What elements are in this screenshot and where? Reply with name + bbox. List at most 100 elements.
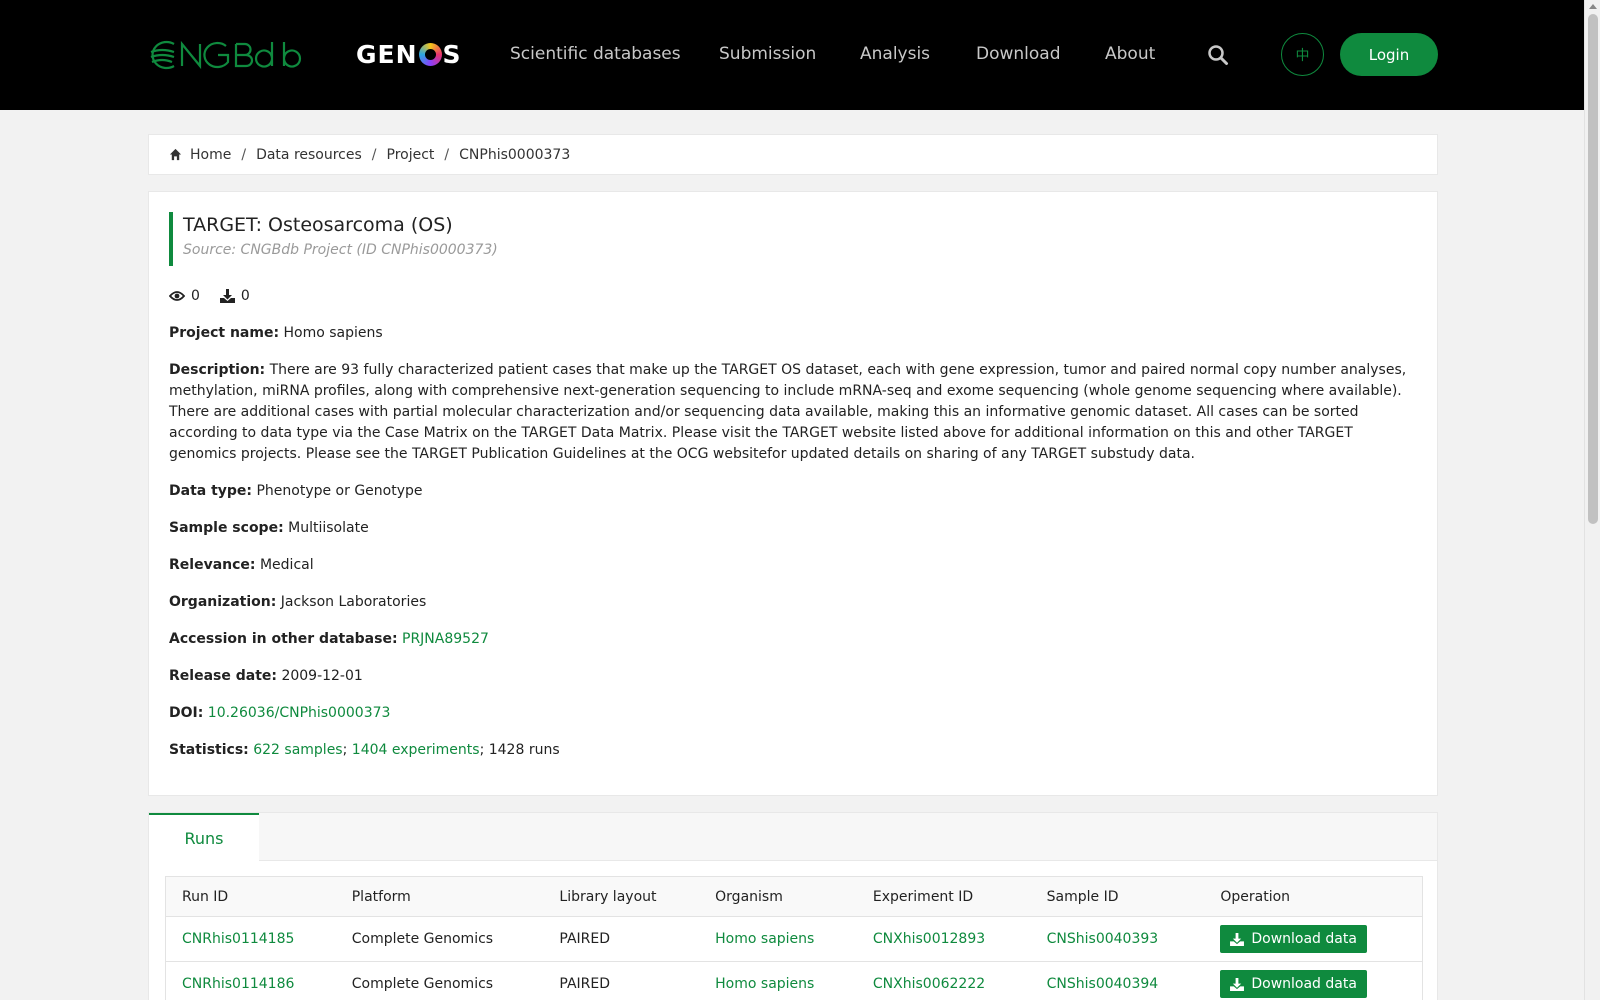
views-counter: 0 bbox=[169, 288, 200, 304]
top-navbar: GEN S Scientific databases Submission Ana… bbox=[0, 0, 1584, 110]
field-description: Description: There are 93 fully characte… bbox=[169, 360, 1424, 465]
field-value: Multiisolate bbox=[288, 520, 369, 536]
table-header-row: Run ID Platform Library layout Organism … bbox=[166, 877, 1422, 917]
genos-o-icon bbox=[418, 43, 442, 66]
field-label: Data type: bbox=[169, 483, 253, 499]
field-organization: Organization: Jackson Laboratories bbox=[169, 592, 1424, 613]
download-data-label: Download data bbox=[1251, 976, 1357, 992]
breadcrumb: Home / Data resources / Project / CNPhis… bbox=[148, 134, 1438, 175]
doi-link[interactable]: 10.26036/CNPhis0000373 bbox=[208, 705, 391, 721]
tab-bar: Runs bbox=[149, 813, 1437, 861]
nav-submission[interactable]: Submission bbox=[719, 44, 816, 64]
accession-link[interactable]: PRJNA89527 bbox=[402, 631, 489, 647]
breadcrumb-data-resources[interactable]: Data resources bbox=[256, 147, 362, 163]
project-detail-card: TARGET: Osteosarcoma (OS) Source: CNGBdb… bbox=[148, 191, 1438, 796]
run-id-link[interactable]: CNRhis0114186 bbox=[182, 976, 294, 992]
home-icon bbox=[169, 148, 182, 161]
sample-id-link[interactable]: CNShis0040393 bbox=[1047, 931, 1159, 947]
organism-link[interactable]: Homo sapiens bbox=[715, 931, 814, 947]
nav-analysis[interactable]: Analysis bbox=[860, 44, 930, 64]
field-accession: Accession in other database: PRJNA89527 bbox=[169, 629, 1424, 650]
scroll-up-arrow-icon[interactable] bbox=[1589, 4, 1597, 9]
field-label: Relevance: bbox=[169, 557, 256, 573]
table-row: CNRhis0114186 Complete Genomics PAIRED H… bbox=[166, 962, 1422, 1000]
sample-id-link[interactable]: CNShis0040394 bbox=[1047, 976, 1159, 992]
field-value: Jackson Laboratories bbox=[280, 594, 427, 610]
field-value: Medical bbox=[259, 557, 314, 573]
experiments-link[interactable]: 1404 experiments bbox=[352, 742, 480, 758]
cngbdb-logo[interactable] bbox=[148, 36, 308, 74]
field-label: Project name: bbox=[169, 325, 280, 341]
field-label: Release date: bbox=[169, 668, 277, 684]
field-label: DOI: bbox=[169, 705, 204, 721]
samples-link[interactable]: 622 samples bbox=[253, 742, 342, 758]
library-layout-cell: PAIRED bbox=[559, 931, 611, 947]
column-header-run-id: Run ID bbox=[182, 888, 229, 905]
field-label: Accession in other database: bbox=[169, 631, 398, 647]
experiment-id-link[interactable]: CNXhis0012893 bbox=[873, 931, 985, 947]
runs-count: ; 1428 runs bbox=[479, 742, 560, 758]
breadcrumb-separator: / bbox=[444, 146, 450, 163]
views-count: 0 bbox=[191, 288, 200, 304]
column-header-platform: Platform bbox=[351, 888, 411, 905]
login-button[interactable]: Login bbox=[1340, 33, 1438, 76]
breadcrumb-current: CNPhis0000373 bbox=[459, 146, 571, 163]
runs-table: Run ID Platform Library layout Organism … bbox=[165, 876, 1423, 1000]
download-data-button[interactable]: Download data bbox=[1220, 970, 1367, 998]
download-data-label: Download data bbox=[1251, 931, 1357, 947]
genos-logo-text-b: S bbox=[442, 40, 462, 69]
view-download-counts: 0 0 bbox=[169, 288, 270, 304]
column-header-library-layout: Library layout bbox=[559, 888, 657, 905]
genos-logo[interactable]: GEN S bbox=[356, 40, 462, 69]
language-toggle-button[interactable]: 中 bbox=[1281, 33, 1324, 76]
organism-link[interactable]: Homo sapiens bbox=[715, 976, 814, 992]
experiment-id-link[interactable]: CNXhis0062222 bbox=[873, 976, 985, 992]
download-icon bbox=[1230, 932, 1245, 946]
page-scrollbar[interactable] bbox=[1584, 0, 1600, 1000]
genos-logo-text-a: GEN bbox=[356, 40, 418, 69]
tab-runs[interactable]: Runs bbox=[149, 813, 259, 861]
title-block: TARGET: Osteosarcoma (OS) Source: CNGBdb… bbox=[169, 212, 498, 266]
field-label: Statistics: bbox=[169, 742, 249, 758]
nav-about[interactable]: About bbox=[1105, 44, 1155, 64]
field-value: Phenotype or Genotype bbox=[256, 483, 423, 499]
field-release-date: Release date: 2009-12-01 bbox=[169, 666, 1424, 687]
download-data-button[interactable]: Download data bbox=[1220, 925, 1367, 953]
runs-section: Runs Run ID Platform Library layout Orga… bbox=[148, 812, 1438, 1000]
column-header-organism: Organism bbox=[715, 888, 783, 905]
download-icon bbox=[219, 289, 235, 303]
nav-scientific-databases[interactable]: Scientific databases bbox=[510, 44, 681, 64]
project-fields: Project name: Homo sapiens Description: … bbox=[169, 323, 1424, 777]
column-header-experiment-id: Experiment ID bbox=[872, 888, 974, 905]
field-sample-scope: Sample scope: Multiisolate bbox=[169, 518, 1424, 539]
scrollbar-thumb[interactable] bbox=[1588, 14, 1598, 524]
field-doi: DOI: 10.26036/CNPhis0000373 bbox=[169, 703, 1424, 724]
search-icon[interactable] bbox=[1207, 44, 1229, 66]
field-value: There are 93 fully characterized patient… bbox=[169, 362, 1407, 462]
downloads-count: 0 bbox=[240, 288, 250, 304]
platform-cell: Complete Genomics bbox=[351, 976, 494, 992]
field-data-type: Data type: Phenotype or Genotype bbox=[169, 481, 1424, 502]
field-label: Description: bbox=[169, 362, 266, 378]
field-label: Sample scope: bbox=[169, 520, 284, 536]
platform-cell: Complete Genomics bbox=[351, 931, 494, 947]
field-relevance: Relevance: Medical bbox=[169, 555, 1424, 576]
statistics-separator: ; bbox=[342, 742, 348, 758]
page-title: TARGET: Osteosarcoma (OS) bbox=[183, 214, 453, 236]
eye-icon bbox=[169, 291, 185, 301]
run-id-link[interactable]: CNRhis0114185 bbox=[182, 931, 294, 947]
field-project-name: Project name: Homo sapiens bbox=[169, 323, 1424, 344]
download-icon bbox=[1230, 977, 1245, 991]
breadcrumb-project[interactable]: Project bbox=[387, 147, 435, 163]
library-layout-cell: PAIRED bbox=[559, 976, 611, 992]
field-value: Homo sapiens bbox=[283, 325, 383, 341]
nav-download[interactable]: Download bbox=[976, 44, 1061, 64]
field-statistics: Statistics: 622 samples; 1404 experiment… bbox=[169, 740, 1424, 761]
column-header-operation: Operation bbox=[1220, 888, 1291, 905]
breadcrumb-separator: / bbox=[371, 146, 377, 163]
breadcrumb-home[interactable]: Home bbox=[190, 147, 231, 163]
downloads-counter: 0 bbox=[219, 288, 250, 304]
table-row: CNRhis0114185 Complete Genomics PAIRED H… bbox=[166, 917, 1422, 962]
breadcrumb-separator: / bbox=[241, 146, 247, 163]
column-header-sample-id: Sample ID bbox=[1046, 888, 1119, 905]
